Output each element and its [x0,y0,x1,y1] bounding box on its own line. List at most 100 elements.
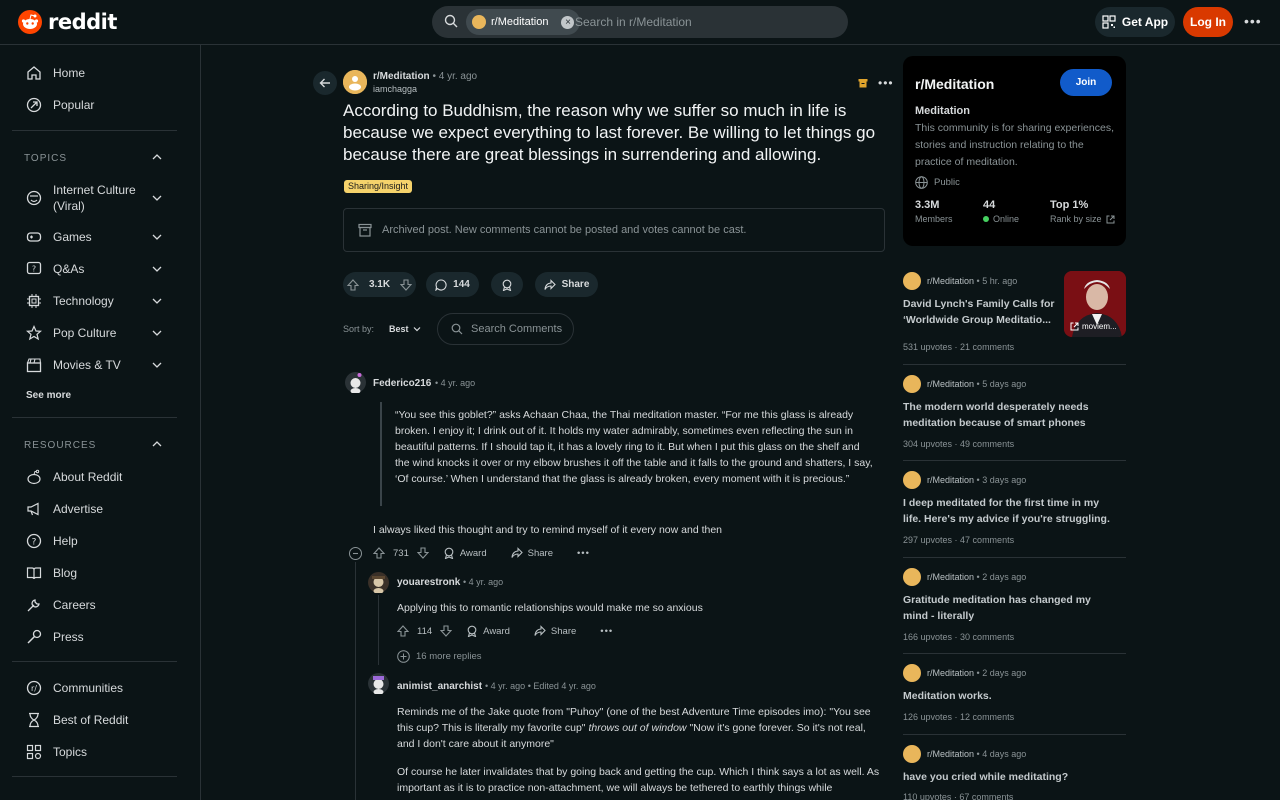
related-divider [903,734,1126,735]
sidebar-item-label: Advertise [53,502,104,516]
related-post-title[interactable]: I deep meditated for the first time in m… [903,495,1118,527]
get-app-button[interactable]: Get App [1095,7,1175,37]
community-title[interactable]: r/Meditation [915,76,994,92]
join-button[interactable]: Join [1060,69,1112,96]
downvote-icon[interactable] [440,625,453,637]
collapse-thread-icon[interactable] [349,547,362,560]
related-post-title[interactable]: have you cried while meditating? [903,769,1103,785]
post-more-icon[interactable]: ••• [878,76,894,90]
downvote-icon[interactable] [416,547,429,559]
back-button[interactable] [313,71,337,95]
see-more-link[interactable]: See more [26,390,71,401]
topics-section-label[interactable]: TOPICS [24,153,67,164]
svg-text:?: ? [32,265,36,274]
sidebar-item-advertise[interactable]: Advertise [26,501,176,517]
chevron-down-icon [413,327,420,332]
sidebar-item-technology[interactable]: Technology [26,293,176,309]
topics-grid-icon [26,744,42,760]
related-post-title[interactable]: Gratitude meditation has changed my mind… [903,592,1103,624]
related-post-title[interactable]: David Lynch's Family Calls for ‘Worldwid… [903,296,1058,328]
thread-line [355,562,356,800]
thumbnail-label: moviem... [1070,322,1117,331]
sidebar-item-games[interactable]: Games [26,229,176,245]
comment-more-icon[interactable]: ••• [577,548,590,559]
sidebar-item-help[interactable]: ? Help [26,533,176,549]
sidebar-item-pop-culture[interactable]: Pop Culture [26,325,176,341]
related-post-title[interactable]: Meditation works. [903,688,1103,704]
subreddit-avatar[interactable] [343,70,367,94]
comment-author[interactable]: animist_anarchist [397,681,482,692]
comment-author[interactable]: Federico216 [373,378,431,389]
comment-actions: 731 Award Share ••• [373,547,590,559]
clapperboard-icon [26,358,42,373]
comment-award-button[interactable]: Award [466,625,510,637]
more-replies-link[interactable]: 16 more replies [397,650,481,663]
resources-section-label[interactable]: RESOURCES [24,440,96,451]
search-scope-chip[interactable]: r/Meditation × [466,9,581,35]
comment-more-icon[interactable]: ••• [600,626,613,637]
comment-share-button[interactable]: Share [511,547,553,559]
related-post[interactable]: r/Meditation • 4 days ago have you cried… [903,745,1126,800]
comment-award-button[interactable]: Award [443,547,487,559]
post-flair[interactable]: Sharing/Insight [344,180,413,193]
related-post[interactable]: r/Meditation • 2 days ago Gratitude medi… [903,568,1126,648]
sidebar-item-movies-tv[interactable]: Movies & TV [26,357,176,373]
comment-time: • 4 yr. ago [435,378,476,388]
related-post-meta: r/Meditation • 4 days ago [927,749,1027,759]
subreddit-avatar-icon [903,272,921,290]
sidebar-item-careers[interactable]: Careers [26,597,176,613]
sidebar-item-popular[interactable]: Popular [26,97,176,113]
comment-author[interactable]: youarestronk [397,577,460,588]
comment-share-button[interactable]: Share [534,625,576,637]
related-post-stats: 166 upvotes · 30 comments [903,632,1015,642]
chevron-up-icon[interactable] [152,440,162,448]
search-comments-input[interactable]: Search Comments [437,313,574,345]
downvote-icon[interactable] [400,278,413,291]
sidebar-item-qas[interactable]: ? Q&As [26,261,176,277]
upvote-icon[interactable] [397,625,409,637]
post-author[interactable]: iamchagga [373,84,417,94]
commenter-avatar[interactable] [345,372,366,393]
related-post[interactable]: r/Meditation • 2 days ago Meditation wor… [903,664,1126,728]
search-bar[interactable]: r/Meditation × Search in r/Meditation [432,6,848,38]
clear-scope-icon[interactable]: × [561,15,575,29]
star-icon [26,325,42,341]
related-post[interactable]: r/Meditation • 5 days ago The modern wor… [903,375,1126,455]
sort-dropdown[interactable]: Best [389,324,421,334]
sidebar-item-press[interactable]: Press [26,629,176,645]
related-divider [903,364,1126,365]
chevron-up-icon[interactable] [152,153,162,161]
search-input[interactable]: Search in r/Meditation [575,15,692,29]
qr-code-icon [1102,15,1116,29]
sidebar-item-blog[interactable]: Blog [26,565,176,581]
thread-line [378,595,379,665]
comments-button[interactable]: 144 [426,272,479,297]
sidebar-item-label: Q&As [53,262,85,276]
reddit-logo[interactable]: reddit [18,10,117,34]
commenter-avatar[interactable] [368,673,389,694]
related-post-thumbnail[interactable]: moviem... [1064,271,1126,337]
post-subreddit-link[interactable]: r/Meditation [373,71,430,82]
more-options-icon[interactable]: ••• [1244,13,1262,29]
share-button[interactable]: Share [535,272,598,297]
sidebar-item-topics[interactable]: Topics [26,744,176,760]
quote-bar [380,402,382,506]
upvote-icon[interactable] [373,547,385,559]
comment-vote-count: 731 [393,547,409,559]
award-button[interactable] [491,272,523,297]
subreddit-avatar-icon [472,15,486,29]
sidebar-item-about-reddit[interactable]: About Reddit [26,469,176,485]
upvote-icon[interactable] [346,278,359,291]
commenter-avatar[interactable] [368,572,389,593]
related-post-title[interactable]: The modern world desperately needs medit… [903,399,1103,431]
login-button[interactable]: Log In [1183,7,1233,37]
sidebar-item-internet-culture[interactable]: Internet Culture (Viral) [26,182,176,214]
sidebar-item-home[interactable]: Home [26,65,176,81]
related-post[interactable]: r/Meditation • 3 days ago I deep meditat… [903,471,1126,551]
sidebar-item-best-of-reddit[interactable]: Best of Reddit [26,712,176,728]
arrow-left-icon [319,78,330,88]
rank-label[interactable]: Rank by size [1050,214,1115,224]
related-post[interactable]: r/Meditation • 5 hr. ago David Lynch's F… [903,271,1126,364]
sidebar-item-communities[interactable]: r/ Communities [26,680,176,696]
chevron-down-icon [152,362,162,368]
